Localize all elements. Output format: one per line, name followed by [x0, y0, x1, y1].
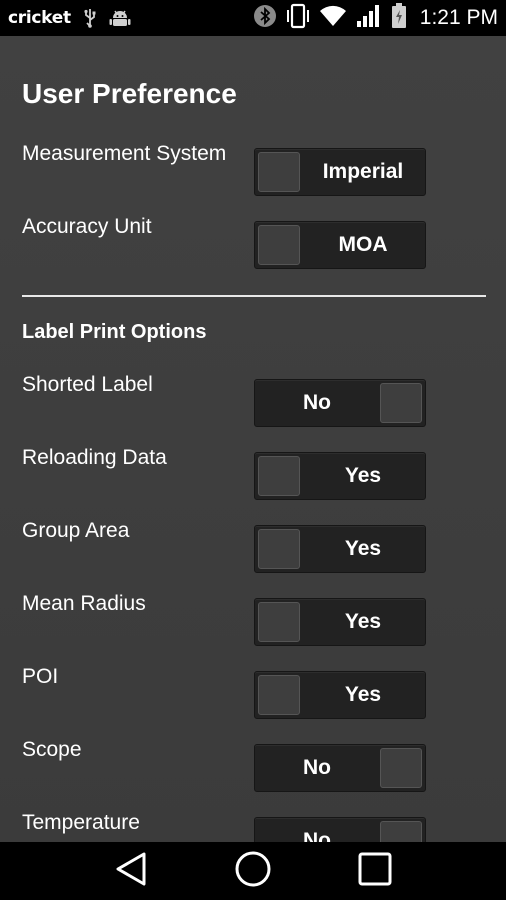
toggle-knob [258, 225, 300, 265]
user-preference-title: User Preference [22, 78, 237, 109]
toggle-knob [380, 821, 422, 842]
measurement-system-toggle[interactable]: Imperial [254, 148, 426, 196]
toggle-knob [258, 152, 300, 192]
toggle-value: Yes [344, 683, 382, 706]
signal-icon [356, 4, 382, 33]
toggle-value: Imperial [322, 160, 404, 183]
toggle-knob [258, 456, 300, 496]
scope-toggle[interactable]: No [254, 744, 426, 792]
settings-screen: User Preference Measurement System Imper… [0, 36, 506, 842]
shorted-label-toggle[interactable]: No [254, 379, 426, 427]
temperature-toggle[interactable]: No [254, 817, 426, 842]
toggle-value: No [303, 756, 331, 779]
back-button[interactable] [101, 846, 161, 896]
carrier-name: cricket [8, 8, 71, 28]
toggle-knob [380, 383, 422, 423]
section-divider [22, 295, 486, 297]
toggle-value: MOA [338, 233, 388, 256]
shorted-label-label: Shorted Label [22, 373, 153, 396]
toggle-value: No [303, 391, 331, 414]
reloading-data-toggle[interactable]: Yes [254, 452, 426, 500]
android-debug-icon [109, 8, 131, 28]
bluetooth-icon [253, 4, 277, 33]
label-print-options-title: Label Print Options [22, 321, 207, 343]
toggle-knob [380, 748, 422, 788]
status-bar: cricket 1:21 PM [0, 0, 506, 36]
recents-button[interactable] [345, 846, 405, 896]
toggle-value: Yes [344, 464, 382, 487]
vibrate-icon [286, 3, 310, 34]
accuracy-unit-label: Accuracy Unit [22, 215, 152, 238]
toggle-value: Yes [344, 610, 382, 633]
toggle-knob [258, 529, 300, 569]
mean-radius-label: Mean Radius [22, 592, 146, 615]
toggle-value: No [303, 829, 331, 842]
measurement-system-label: Measurement System [22, 142, 227, 165]
mean-radius-toggle[interactable]: Yes [254, 598, 426, 646]
accuracy-unit-toggle[interactable]: MOA [254, 221, 426, 269]
battery-icon [391, 2, 407, 34]
poi-label: POI [22, 665, 59, 688]
usb-icon [83, 8, 97, 28]
poi-toggle[interactable]: Yes [254, 671, 426, 719]
reloading-data-label: Reloading Data [22, 446, 167, 469]
clock: 1:21 PM [419, 6, 498, 29]
scope-label: Scope [22, 738, 82, 761]
home-icon [234, 850, 272, 893]
home-button[interactable] [223, 846, 283, 896]
temperature-label: Temperature [22, 811, 140, 834]
group-area-toggle[interactable]: Yes [254, 525, 426, 573]
navigation-bar [0, 842, 506, 900]
toggle-knob [258, 675, 300, 715]
toggle-knob [258, 602, 300, 642]
wifi-icon [319, 5, 347, 32]
recents-icon [357, 851, 393, 892]
toggle-value: Yes [344, 537, 382, 560]
group-area-label: Group Area [22, 519, 130, 542]
back-icon [114, 851, 148, 892]
